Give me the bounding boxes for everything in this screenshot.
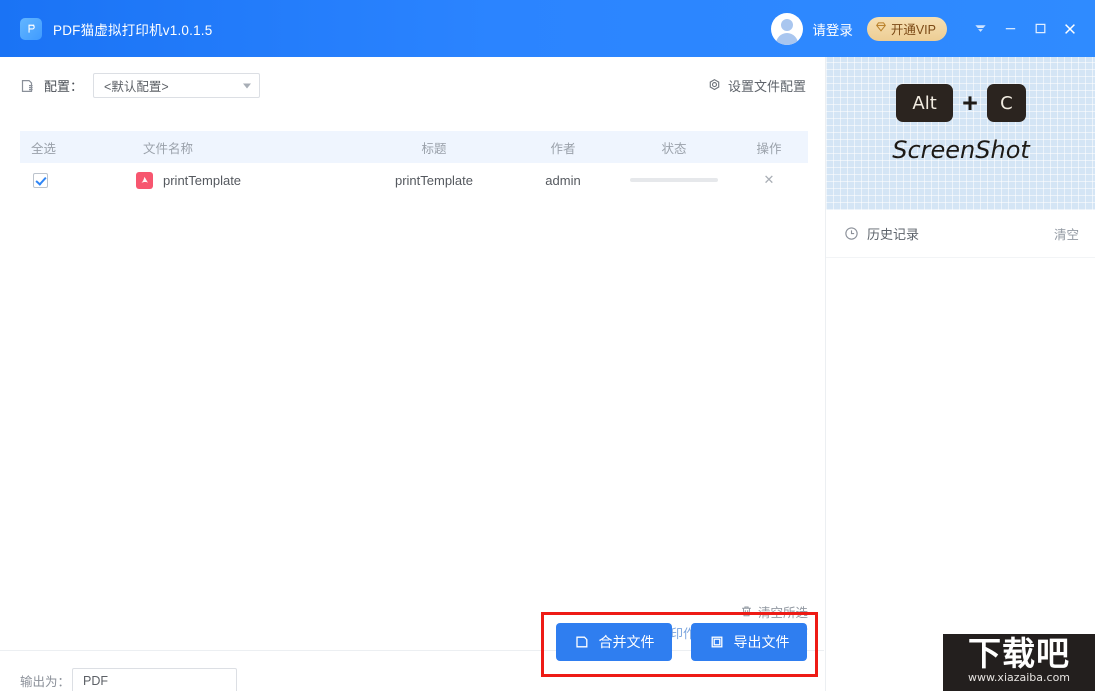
- row-ops-cell: ✕: [730, 172, 808, 188]
- screenshot-ad-banner[interactable]: Alt + C ScreenShot: [826, 57, 1095, 210]
- watermark-url: www.xiazaiba.com: [967, 671, 1071, 684]
- minimize-icon[interactable]: [995, 14, 1025, 44]
- merge-files-button[interactable]: 合并文件: [556, 623, 672, 661]
- window-controls: [965, 14, 1085, 44]
- gear-icon: [707, 78, 722, 93]
- file-config-label: 设置文件配置: [727, 79, 806, 94]
- diamond-icon: [875, 21, 887, 36]
- maximize-icon[interactable]: [1025, 14, 1055, 44]
- column-header-select-all: 全选: [31, 141, 57, 156]
- site-watermark: 下载吧 www.xiazaiba.com: [943, 634, 1095, 691]
- titlebar-right-group: 请登录 开通VIP: [771, 0, 1095, 57]
- history-header: 历史记录 清空: [826, 210, 1095, 258]
- config-label: 配置：: [44, 79, 84, 94]
- close-icon[interactable]: [1055, 14, 1085, 44]
- config-bar: 配置： <默认配置> 设置文件配置: [0, 57, 824, 114]
- row-status-cell: [618, 178, 730, 182]
- row-select-cell: [20, 172, 80, 189]
- file-config-button[interactable]: 设置文件配置: [707, 76, 806, 95]
- file-table: 全选 文件名称 标题 作者 状态 操作 printTemplate printT…: [20, 131, 808, 586]
- output-format-select[interactable]: PDF: [72, 668, 237, 691]
- export-file-icon: [709, 634, 725, 650]
- chevron-down-icon: [243, 83, 252, 88]
- key-c: C: [986, 84, 1026, 122]
- watermark-text: 下载吧: [968, 634, 1070, 673]
- output-format-label: 输出为：: [20, 675, 71, 689]
- row-author: admin: [545, 172, 581, 188]
- filename-group: printTemplate: [80, 171, 242, 189]
- avatar[interactable]: [771, 12, 804, 45]
- row-checkbox[interactable]: [33, 173, 48, 189]
- config-select[interactable]: <默认配置>: [93, 73, 261, 98]
- delete-row-icon[interactable]: ✕: [764, 172, 775, 187]
- main-content: 配置： <默认配置> 设置文件配置 全选 文件名称 标题 作者 状态 操作 pr…: [0, 57, 824, 691]
- column-header-author: 作者: [550, 141, 576, 156]
- config-select-value: <默认配置>: [104, 80, 169, 94]
- row-title: printTemplate: [394, 172, 474, 188]
- clock-icon: [844, 226, 859, 241]
- merge-files-label: 合并文件: [598, 634, 655, 650]
- screenshot-caption: ScreenShot: [892, 136, 1030, 164]
- table-row[interactable]: printTemplate printTemplate admin ✕: [20, 163, 808, 197]
- column-header-filename: 文件名称: [143, 141, 194, 156]
- row-filename-cell: printTemplate: [80, 171, 360, 189]
- row-filename: printTemplate: [163, 172, 242, 188]
- app-window: PDF猫虚拟打印机v1.0.1.5 请登录 开通VIP 配置： <默认配置> 设…: [0, 0, 1095, 691]
- shortcut-keys-group: Alt + C: [826, 84, 1095, 122]
- right-panel: Alt + C ScreenShot 历史记录 清空: [825, 57, 1095, 691]
- output-format-value: PDF: [83, 673, 108, 688]
- config-file-icon: [20, 78, 36, 94]
- history-clear-button[interactable]: 清空: [1054, 224, 1079, 243]
- plus-icon: +: [962, 87, 978, 118]
- app-logo-icon: [20, 17, 42, 40]
- table-header-row: 全选 文件名称 标题 作者 状态 操作: [20, 131, 808, 163]
- login-link[interactable]: 请登录: [812, 19, 853, 39]
- menu-chevron-down-icon[interactable]: [965, 14, 995, 44]
- open-vip-button[interactable]: 开通VIP: [866, 16, 947, 41]
- merge-files-icon: [574, 634, 590, 650]
- output-format-row: 输出为： PDF: [20, 668, 237, 691]
- column-header-ops: 操作: [756, 141, 782, 156]
- pdf-file-icon: [136, 171, 153, 189]
- export-file-label: 导出文件: [733, 634, 790, 650]
- column-header-status: 状态: [661, 141, 687, 156]
- column-header-title: 标题: [421, 141, 447, 156]
- progress-bar: [630, 178, 718, 182]
- app-title: PDF猫虚拟打印机v1.0.1.5: [53, 22, 213, 38]
- export-file-button[interactable]: 导出文件: [691, 623, 807, 661]
- key-alt: Alt: [896, 84, 954, 122]
- open-vip-label: 开通VIP: [890, 23, 936, 37]
- title-bar: PDF猫虚拟打印机v1.0.1.5 请登录 开通VIP: [0, 0, 1095, 57]
- history-title: 历史记录: [867, 227, 920, 242]
